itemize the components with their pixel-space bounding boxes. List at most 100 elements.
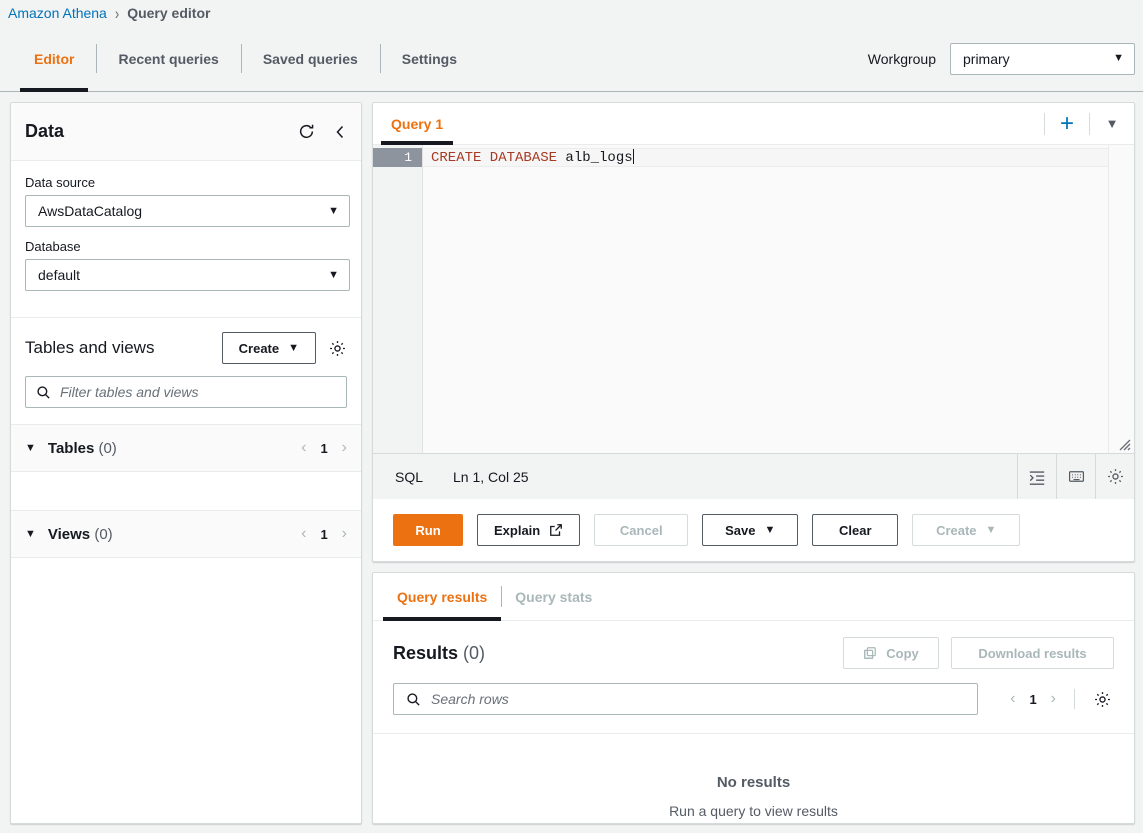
tab-editor[interactable]: Editor: [12, 26, 96, 92]
editor-resize-handle[interactable]: [1117, 437, 1131, 451]
tab-saved-queries[interactable]: Saved queries: [240, 26, 380, 91]
tables-pagination: ‹ 1 ›: [301, 439, 347, 457]
add-query-tab-button[interactable]: +: [1045, 103, 1089, 144]
chevron-left-icon[interactable]: [333, 124, 347, 140]
results-pagination: ‹ 1 ›: [1010, 689, 1114, 709]
status-cursor-position: Ln 1, Col 25: [453, 468, 529, 485]
results-header-buttons: Copy Download results: [843, 637, 1114, 669]
tables-views-gear-icon[interactable]: [328, 339, 347, 358]
query-actions-bar: Run Explain Cancel Save ▼ Clear Create ▼: [373, 499, 1134, 561]
workgroup-select[interactable]: primary ▼: [950, 42, 1135, 75]
search-rows-placeholder: Search rows: [431, 691, 509, 707]
results-card: Query results Query stats Results (0) Co…: [372, 572, 1135, 824]
sql-code-editor[interactable]: 1 CREATE DATABASE alb_logs: [373, 145, 1134, 453]
database-label: Database: [25, 239, 81, 254]
query-tab-actions: + ▼: [1044, 103, 1134, 144]
plus-icon: +: [1059, 109, 1074, 137]
explain-button[interactable]: Explain: [477, 514, 581, 546]
data-source-select-value: AwsDataCatalog: [38, 203, 143, 219]
search-icon: [37, 385, 50, 399]
views-group-row: ▼ Views (0) ‹ 1 ›: [11, 510, 361, 558]
data-source-label: Data source: [25, 175, 96, 190]
tables-next-page-icon[interactable]: ›: [342, 439, 347, 457]
views-group-name: Views (0): [48, 526, 113, 543]
tab-query-stats-label: Query stats: [515, 588, 593, 605]
results-pager-divider: [1074, 689, 1075, 709]
breadcrumb-link-athena[interactable]: Amazon Athena: [8, 5, 107, 21]
copy-icon: [864, 647, 877, 659]
query-tab-bar: Query 1 + ▼: [373, 103, 1134, 145]
query-tab-menu-button[interactable]: ▼: [1090, 103, 1134, 144]
clear-button[interactable]: Clear: [812, 514, 899, 546]
tab-query-results[interactable]: Query results: [383, 573, 502, 621]
copy-button-label: Copy: [886, 645, 919, 661]
query-tab-1-label: Query 1: [391, 115, 444, 132]
results-gear-icon[interactable]: [1093, 690, 1112, 709]
editor-gear-icon[interactable]: [1096, 454, 1134, 499]
gutter-line-1: 1: [373, 148, 422, 167]
status-icon-group: [1017, 454, 1134, 499]
format-indent-icon[interactable]: [1018, 454, 1056, 499]
results-next-page-icon[interactable]: ›: [1051, 690, 1056, 708]
editor-vertical-scrollbar[interactable]: [1108, 145, 1134, 453]
code-line-1: CREATE DATABASE alb_logs: [423, 148, 1134, 167]
results-empty-state: No results Run a query to view results: [373, 733, 1134, 823]
database-field: Database default ▼: [25, 239, 350, 291]
tab-settings-label: Settings: [401, 50, 457, 67]
views-next-page-icon[interactable]: ›: [342, 525, 347, 543]
tab-recent-queries[interactable]: Recent queries: [96, 26, 240, 91]
sql-keyword: CREATE DATABASE: [431, 150, 566, 166]
views-group-label: Views: [47, 525, 91, 543]
chevron-down-icon: ▼: [985, 523, 997, 536]
tab-settings[interactable]: Settings: [379, 26, 479, 91]
data-source-select[interactable]: AwsDataCatalog ▼: [25, 195, 350, 227]
chevron-down-icon: ▼: [328, 268, 339, 281]
keyboard-icon[interactable]: [1057, 454, 1095, 499]
chevron-down-icon: ▼: [764, 523, 776, 536]
results-search-row: Search rows ‹ 1 ›: [373, 669, 1134, 715]
copy-button: Copy: [843, 637, 939, 669]
results-page-number: 1: [1029, 691, 1037, 707]
data-panel-header-actions: [298, 123, 347, 140]
save-button-label: Save: [725, 522, 756, 538]
chevron-down-icon: ▼: [288, 341, 299, 354]
chevron-down-icon[interactable]: ▼: [25, 528, 36, 540]
run-button[interactable]: Run: [393, 514, 463, 546]
results-tab-bar: Query results Query stats: [373, 573, 1134, 621]
create-button[interactable]: Create ▼: [221, 332, 316, 364]
create-query-button: Create ▼: [912, 514, 1021, 546]
breadcrumb-current: Query editor: [127, 5, 211, 21]
cancel-button-label: Cancel: [619, 522, 663, 538]
breadcrumb: Amazon Athena › Query editor: [0, 0, 1143, 26]
search-rows-input[interactable]: Search rows: [393, 683, 978, 715]
tables-group-left: ▼ Tables (0): [25, 440, 117, 457]
workgroup-select-value: primary: [963, 50, 1010, 67]
empty-state-subtitle: Run a query to view results: [669, 803, 838, 819]
tables-prev-page-icon[interactable]: ‹: [301, 439, 306, 457]
run-button-label: Run: [415, 522, 441, 538]
data-panel-header: Data: [11, 103, 361, 161]
data-panel-title: Data: [25, 121, 65, 141]
filter-tables-input[interactable]: Filter tables and views: [25, 376, 347, 408]
editor-code-body[interactable]: CREATE DATABASE alb_logs: [423, 145, 1134, 453]
chevron-down-icon[interactable]: ▼: [25, 442, 36, 454]
search-icon: [407, 692, 420, 706]
tab-editor-label: Editor: [34, 50, 75, 67]
save-button[interactable]: Save ▼: [702, 514, 799, 546]
refresh-icon[interactable]: [298, 123, 315, 140]
views-prev-page-icon[interactable]: ‹: [301, 525, 306, 543]
filter-tables-placeholder: Filter tables and views: [60, 384, 199, 400]
tables-group-label: Tables: [47, 439, 95, 457]
tables-group-row: ▼ Tables (0) ‹ 1 ›: [11, 424, 361, 472]
download-results-label: Download results: [978, 645, 1087, 661]
database-select[interactable]: default ▼: [25, 259, 350, 291]
tables-views-header: Tables and views Create ▼: [11, 318, 361, 364]
query-editor-card: Query 1 + ▼ 1 CREATE DATABASE alb_logs S…: [372, 102, 1135, 562]
results-header: Results (0) Copy Download results: [373, 621, 1134, 669]
editor-and-results: Query 1 + ▼ 1 CREATE DATABASE alb_logs S…: [372, 102, 1135, 824]
sql-identifier: alb_logs: [565, 150, 633, 166]
tables-views-actions: Create ▼: [221, 332, 347, 364]
query-tab-1[interactable]: Query 1: [381, 103, 454, 145]
editor-status-bar: SQL Ln 1, Col 25: [373, 453, 1134, 499]
results-prev-page-icon[interactable]: ‹: [1010, 690, 1015, 708]
